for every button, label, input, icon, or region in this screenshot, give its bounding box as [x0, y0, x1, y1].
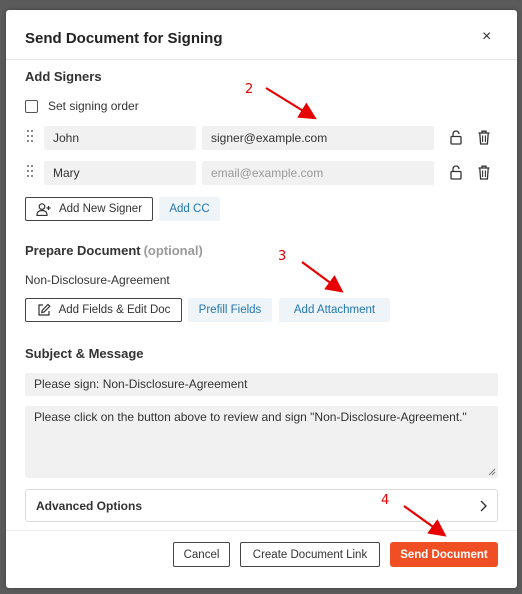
add-new-signer-label: Add New Signer: [58, 203, 143, 215]
lock-icon[interactable]: [450, 130, 462, 145]
prepare-document-title: Prepare Document: [25, 243, 141, 258]
signer-email-field[interactable]: email@example.com: [202, 161, 434, 185]
signer-name-field[interactable]: Mary: [44, 161, 196, 185]
chevron-right-icon: [480, 500, 487, 512]
subject-field[interactable]: Please sign: Non-Disclosure-Agreement: [25, 373, 498, 396]
add-fields-label: Add Fields & Edit Doc: [58, 304, 171, 316]
add-fields-button[interactable]: Add Fields & Edit Doc: [25, 298, 182, 322]
advanced-options-label: Advanced Options: [36, 499, 143, 513]
edit-icon: [37, 303, 51, 316]
annotation-number-4: 4: [381, 493, 390, 508]
prefill-fields-button[interactable]: Prefill Fields: [188, 298, 272, 322]
footer-divider: [6, 530, 517, 531]
add-new-signer-button[interactable]: Add New Signer: [25, 197, 153, 221]
create-document-link-button[interactable]: Create Document Link: [240, 542, 380, 567]
signer-email-field[interactable]: signer@example.com: [202, 126, 434, 150]
message-textarea[interactable]: Please click on the button above to revi…: [25, 406, 498, 478]
drag-handle-icon[interactable]: [27, 130, 35, 144]
signing-order-checkbox[interactable]: [25, 99, 38, 113]
header-divider: [6, 59, 517, 60]
cancel-button[interactable]: Cancel: [173, 542, 230, 567]
document-name: Non-Disclosure-Agreement: [25, 273, 170, 287]
prepare-document-heading: Prepare Document (optional): [25, 243, 203, 258]
close-icon[interactable]: ×: [482, 28, 491, 46]
subject-message-heading: Subject & Message: [25, 346, 144, 361]
lock-icon[interactable]: [450, 165, 462, 180]
send-document-dialog: Send Document for Signing × Add Signers …: [6, 10, 517, 588]
trash-icon[interactable]: [478, 130, 490, 145]
drag-handle-icon[interactable]: [27, 165, 35, 179]
advanced-options-toggle[interactable]: Advanced Options: [25, 489, 498, 522]
add-attachment-button[interactable]: Add Attachment: [279, 298, 390, 322]
dialog-title: Send Document for Signing: [25, 30, 223, 47]
annotation-number-2: 2: [245, 82, 254, 97]
send-document-button[interactable]: Send Document: [390, 542, 498, 567]
add-user-icon: [36, 202, 51, 216]
signing-order-checkbox-row[interactable]: Set signing order: [25, 99, 139, 113]
resize-handle-icon[interactable]: [488, 468, 496, 476]
optional-label: (optional): [143, 243, 203, 258]
add-cc-button[interactable]: Add CC: [159, 197, 220, 221]
annotation-number-3: 3: [278, 249, 287, 264]
signer-row: John signer@example.com: [25, 126, 500, 150]
message-text: Please click on the button above to revi…: [34, 410, 467, 424]
trash-icon[interactable]: [478, 165, 490, 180]
signer-row: Mary email@example.com: [25, 161, 500, 185]
signing-order-label: Set signing order: [48, 99, 139, 113]
signer-name-field[interactable]: John: [44, 126, 196, 150]
add-signers-heading: Add Signers: [25, 69, 102, 84]
